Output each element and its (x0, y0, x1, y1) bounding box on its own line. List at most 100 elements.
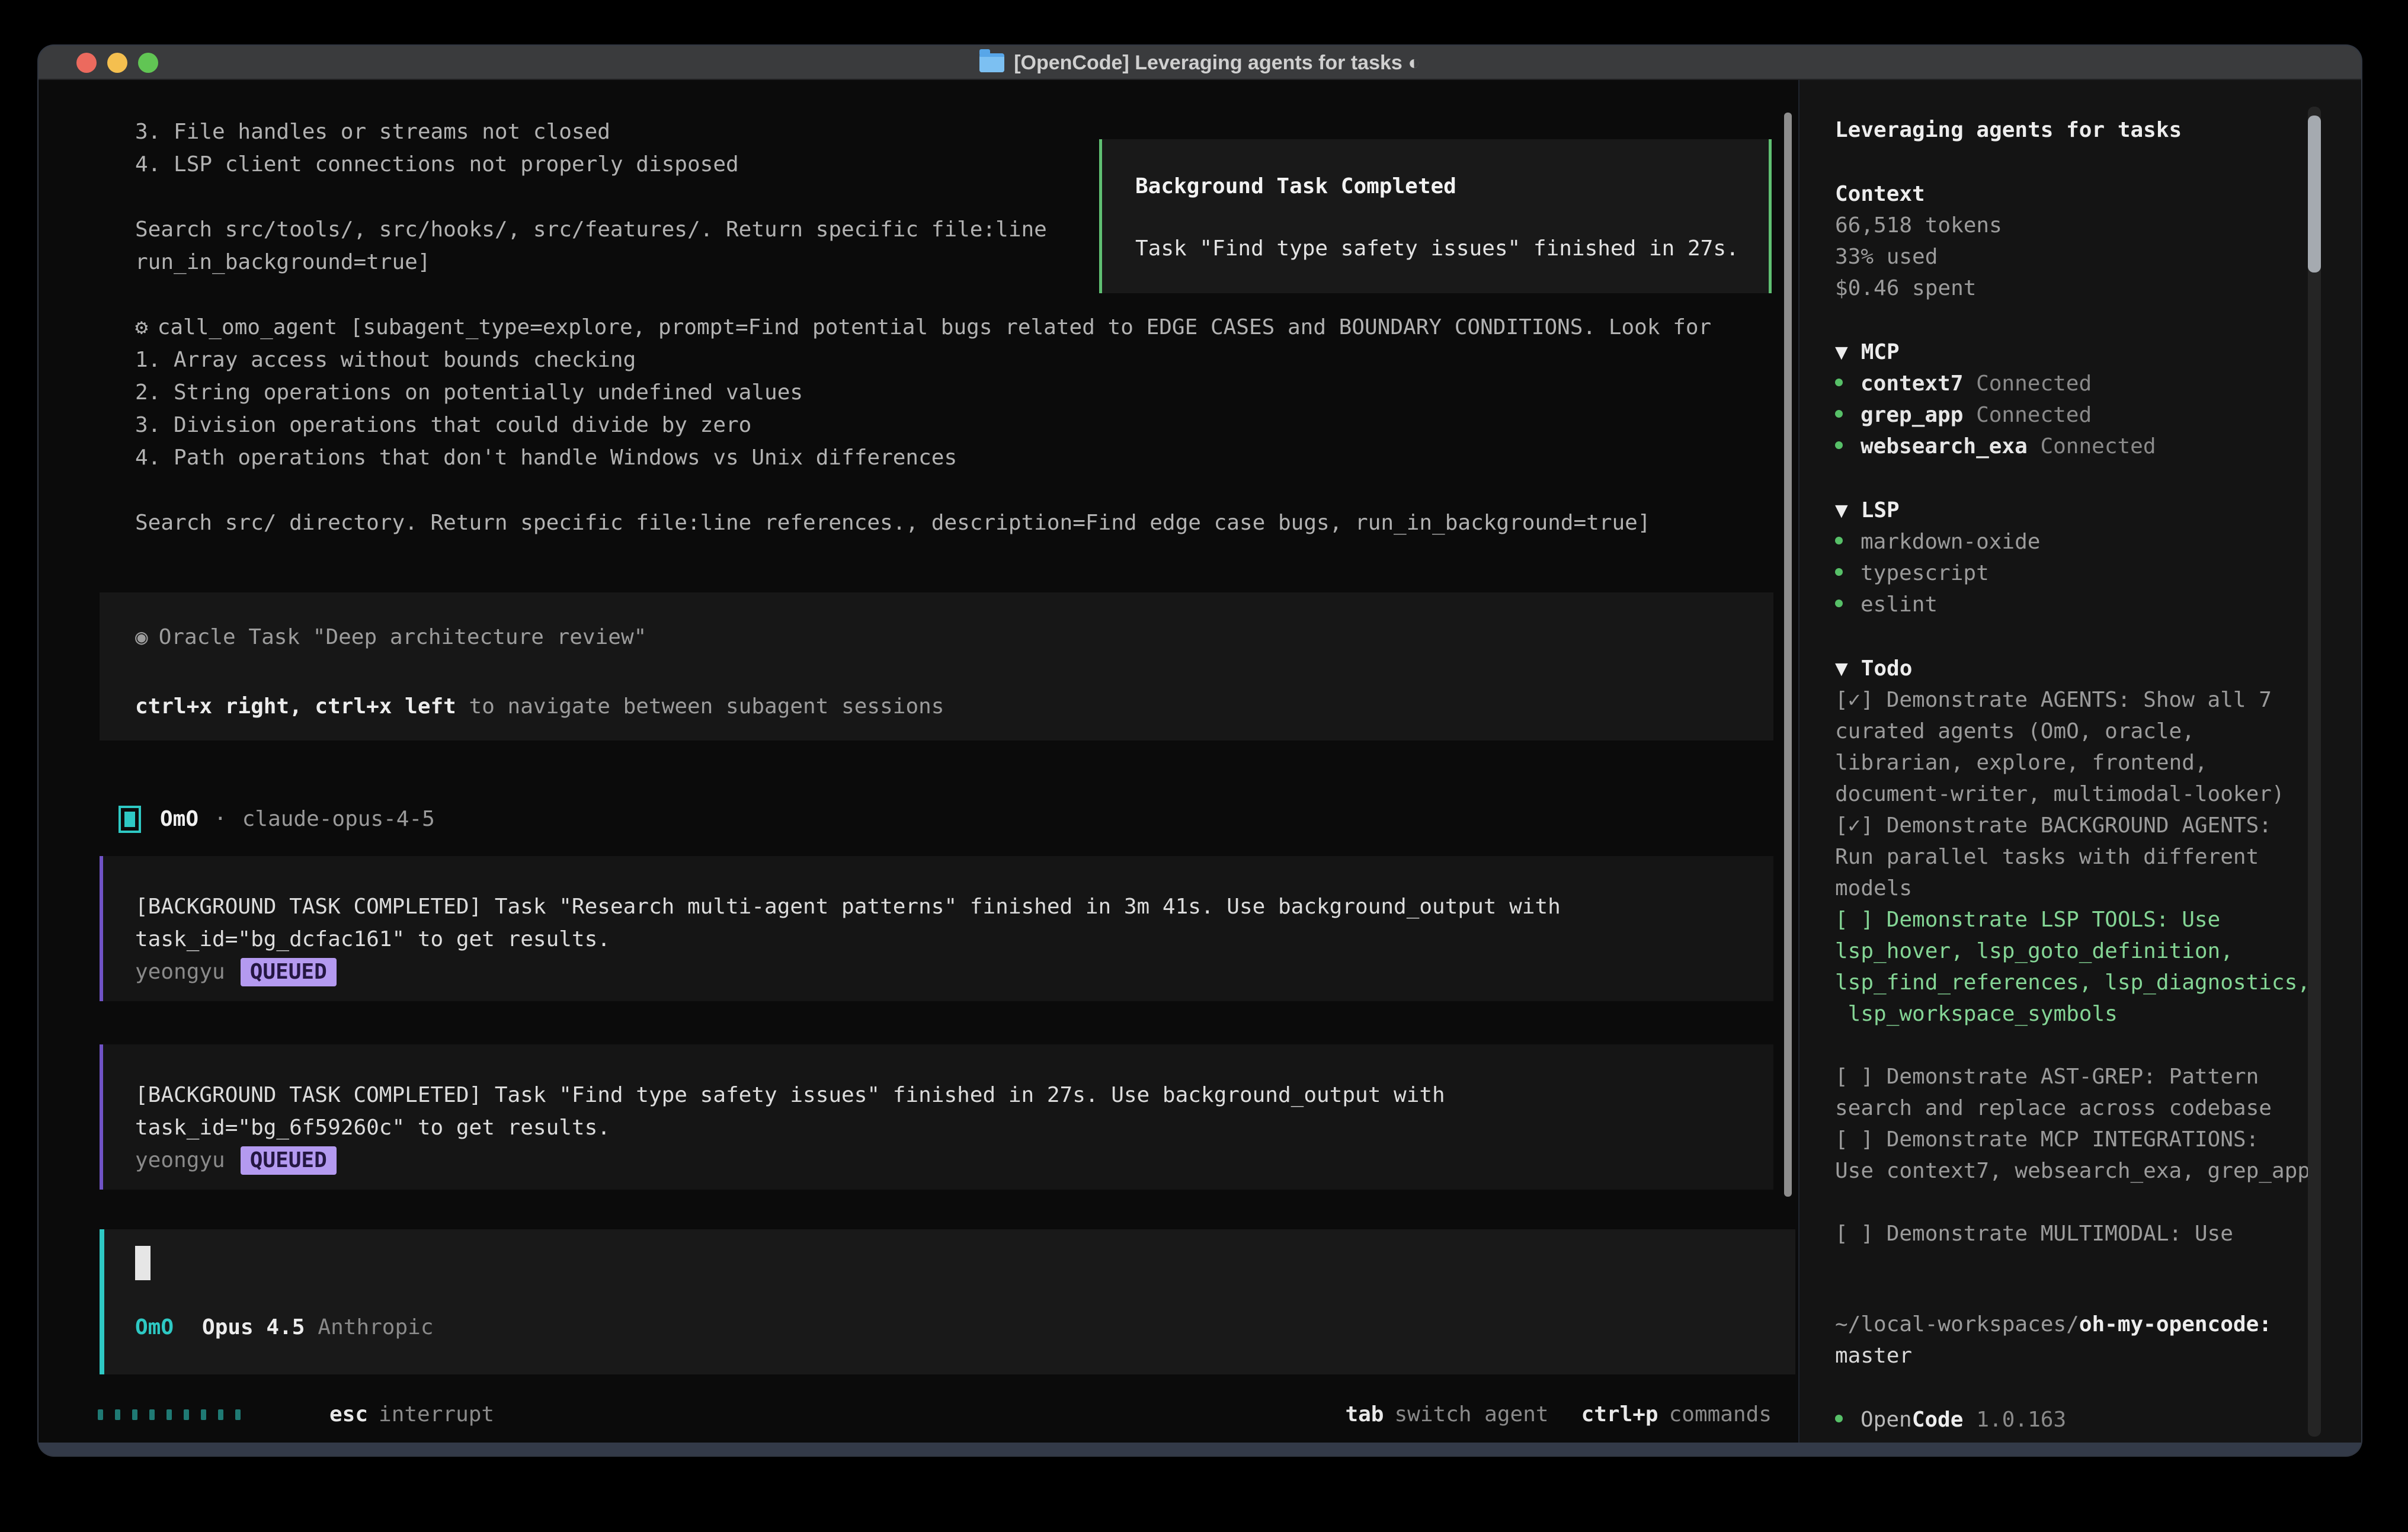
background-task-message: [BACKGROUND TASK COMPLETED] Task "Resear… (100, 856, 1773, 1001)
shortcut-hint: to navigate between subagent sessions (456, 694, 944, 719)
tool-call-text: call_omo_agent [subagent_type=explore, p… (158, 315, 1712, 339)
mcp-name: grep_app (1861, 403, 1963, 427)
scrollback-line: 4. Path operations that don't handle Win… (39, 441, 1798, 474)
status-bar: esc interrupt tab switch agent ctrl+p co… (39, 1398, 1798, 1431)
esc-key: esc (329, 1402, 368, 1427)
message-author: yeongyu (135, 1148, 225, 1172)
window-title-area: [OpenCode] Leveraging agents for tasks ◐ (39, 46, 2361, 80)
agent-header: OmO · claude-opus-4-5 (39, 803, 1798, 835)
esc-hint: esc interrupt (329, 1402, 494, 1427)
message-line: task_id="bg_dcfac161" to get results. (135, 923, 1773, 956)
todo-line: librarian, explore, frontend, (1799, 747, 2361, 778)
git-branch: master (1799, 1340, 2361, 1371)
mcp-heading: MCP (1861, 340, 1900, 364)
lsp-section-header[interactable]: ▼ LSP (1799, 495, 2361, 526)
message-line: task_id="bg_6f59260c" to get results. (135, 1111, 1773, 1144)
lsp-item: eslint (1799, 589, 2361, 620)
queued-badge: QUEUED (241, 958, 337, 986)
todo-section-header[interactable]: ▼Todo (1799, 653, 2361, 684)
agent-model: claude-opus-4-5 (242, 807, 435, 831)
mcp-item: context7 Connected (1799, 368, 2361, 399)
todo-line-active: lsp_hover, lsp_goto_definition, (1799, 935, 2361, 967)
todo-line: search and replace across codebase (1799, 1092, 2361, 1124)
agent-name: OmO (160, 807, 198, 831)
oracle-task-line: ◉ Oracle Task "Deep architecture review" (135, 621, 1773, 653)
context-heading: Context (1799, 178, 2361, 210)
status-dot-icon (1835, 600, 1843, 607)
agent-separator: · (214, 807, 227, 831)
mcp-name: websearch_exa (1861, 434, 2028, 459)
prompt-input[interactable]: OmO Opus 4.5 Anthropic (100, 1229, 1795, 1374)
title-bar[interactable]: [OpenCode] Leveraging agents for tasks ◐ (39, 46, 2361, 80)
ctrl-p-key: ctrl+p (1581, 1402, 1658, 1427)
mcp-name: context7 (1861, 371, 1963, 396)
status-dot-icon (1835, 441, 1843, 449)
app-name-bold: Code (1912, 1408, 1964, 1432)
status-dot-icon (1835, 1415, 1843, 1422)
todo-line-active: [ ] Demonstrate LSP TOOLS: Use (1799, 904, 2361, 935)
status-dot-icon (1835, 410, 1843, 418)
chevron-down-icon: ▼ (1835, 656, 1848, 681)
sidebar-scrollbar-thumb[interactable] (2308, 116, 2321, 273)
todo-line-active: lsp_find_references, lsp_diagnostics, (1799, 967, 2361, 998)
fisheye-icon: ◉ (135, 625, 148, 649)
lsp-name: typescript (1861, 561, 1989, 585)
status-dot-icon (1835, 568, 1843, 576)
lsp-item: typescript (1799, 557, 2361, 589)
chevron-down-icon: ▼ (1835, 340, 1848, 364)
todo-spacer (1799, 1030, 2361, 1061)
session-title: Leveraging agents for tasks (1799, 114, 2361, 146)
mcp-section-header[interactable]: ▼ MCP (1799, 336, 2361, 368)
tool-call-line: ⚙ call_omo_agent [subagent_type=explore, … (39, 311, 1798, 344)
window-title: [OpenCode] Leveraging agents for tasks ◐ (1014, 52, 1420, 75)
todo-line: Run parallel tasks with different (1799, 841, 2361, 873)
status-dot-icon (1835, 379, 1843, 386)
workspace-path: ~/local-workspaces/oh-my-opencode: (1799, 1309, 2361, 1340)
status-left: esc interrupt (98, 1402, 494, 1427)
todo-line: Use context7, websearch_exa, grep_app (1799, 1155, 2361, 1187)
lsp-heading: LSP (1861, 498, 1900, 523)
gear-icon: ⚙ (135, 315, 148, 339)
oracle-task-text: Oracle Task "Deep architecture review" (159, 625, 647, 649)
message-line: [BACKGROUND TASK COMPLETED] Task "Find t… (135, 1079, 1773, 1111)
mcp-status (1963, 371, 1976, 396)
mcp-status-text: Connected (1976, 403, 2092, 427)
folder-icon (979, 53, 1004, 72)
sidebar-scrollbar-track[interactable] (2308, 107, 2321, 1437)
input-provider-name: Anthropic (318, 1315, 433, 1339)
todo-line: document-writer, multimodal-looker) (1799, 778, 2361, 810)
commands-hint: ctrl+p commands (1581, 1402, 1772, 1427)
message-line: [BACKGROUND TASK COMPLETED] Task "Resear… (135, 890, 1773, 923)
background-task-message: [BACKGROUND TASK COMPLETED] Task "Find t… (100, 1044, 1773, 1190)
path-prefix: ~/local-workspaces/ (1835, 1312, 2079, 1337)
toast-body: Task "Find type safety issues" finished … (1135, 232, 1769, 265)
mcp-item: grep_app Connected (1799, 399, 2361, 431)
scrollback-line: Search src/ directory. Return specific f… (39, 507, 1798, 539)
context-spent: $0.46 spent (1799, 273, 2361, 304)
commands-label: commands (1669, 1402, 1772, 1427)
tab-hint: tab switch agent (1345, 1402, 1548, 1427)
todo-line: models (1799, 873, 2361, 904)
status-dot-icon (1835, 537, 1843, 544)
lsp-item: markdown-oxide (1799, 526, 2361, 557)
tab-key: tab (1345, 1402, 1384, 1427)
todo-line: [ ] Demonstrate MCP INTEGRATIONS: (1799, 1124, 2361, 1155)
oracle-hint-line: ctrl+x right, ctrl+x left to navigate be… (135, 690, 1773, 723)
text-cursor (135, 1246, 150, 1280)
terminal-content: 3. File handles or streams not closed 4.… (39, 80, 2361, 1443)
lsp-name: markdown-oxide (1861, 530, 2040, 554)
mcp-status (1963, 403, 1976, 427)
shortcut-keys: ctrl+x right, ctrl+x left (135, 694, 456, 719)
main-scrollbar[interactable] (1784, 113, 1792, 1197)
main-session-pane: 3. File handles or streams not closed 4.… (39, 80, 1798, 1443)
mcp-status (2028, 434, 2041, 459)
app-window: [OpenCode] Leveraging agents for tasks ◐… (39, 46, 2361, 1456)
lsp-name: eslint (1861, 592, 1938, 617)
esc-label: interrupt (379, 1402, 494, 1427)
context-tokens: 66,518 tokens (1799, 210, 2361, 241)
chevron-down-icon: ▼ (1835, 498, 1848, 523)
activity-dots-icon (98, 1409, 241, 1420)
queued-badge: QUEUED (241, 1146, 337, 1175)
oracle-task-box: ◉Oracle Task "Deep architecture review" … (100, 592, 1773, 741)
scrollback-blank-line (39, 474, 1798, 507)
